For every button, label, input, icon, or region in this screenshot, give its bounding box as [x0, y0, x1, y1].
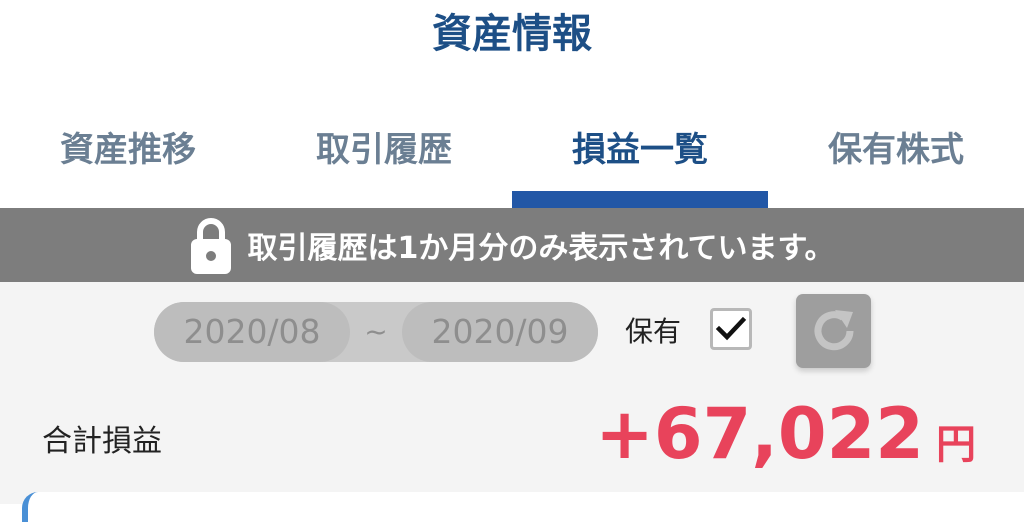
tab-label: 取引履歴: [316, 130, 452, 170]
total-profit-label: 合計損益: [42, 424, 162, 459]
date-separator: ~: [364, 315, 388, 348]
tab-indicator: [512, 191, 768, 208]
refresh-button[interactable]: [796, 294, 871, 368]
tab-profit-loss[interactable]: 損益一覧: [512, 118, 768, 208]
tab-bar: 資産推移 取引履歴 損益一覧 保有株式: [0, 118, 1024, 208]
currency-unit: 円: [936, 422, 976, 468]
tab-label: 損益一覧: [572, 130, 708, 170]
total-profit: +67,022 円: [595, 394, 976, 474]
tab-label: 保有株式: [828, 130, 964, 170]
checkmark-icon: [715, 316, 747, 341]
profit-loss-panel: 2020/08 ~ 2020/09 保有 合計損益 +67,022 円: [0, 282, 1024, 522]
date-from-select[interactable]: 2020/08: [154, 302, 350, 362]
tab-trade-history[interactable]: 取引履歴: [256, 118, 512, 208]
lock-icon: [190, 218, 231, 274]
refresh-icon: [814, 310, 853, 351]
tab-asset-trend[interactable]: 資産推移: [0, 118, 256, 208]
notice-text: 取引履歴は1か月分のみ表示されています。: [247, 231, 835, 266]
tab-label: 資産推移: [60, 130, 196, 170]
hold-checkbox[interactable]: [710, 308, 752, 350]
notice-banner: 取引履歴は1か月分のみ表示されています。: [0, 208, 1024, 282]
tab-holdings[interactable]: 保有株式: [768, 118, 1024, 208]
hold-label: 保有: [625, 315, 682, 348]
date-range: 2020/08 ~ 2020/09: [154, 302, 598, 362]
page-title: 資産情報: [432, 11, 592, 57]
date-to-select[interactable]: 2020/09: [402, 302, 598, 362]
total-profit-value: +67,022: [595, 393, 924, 475]
list-card: [22, 492, 1024, 522]
